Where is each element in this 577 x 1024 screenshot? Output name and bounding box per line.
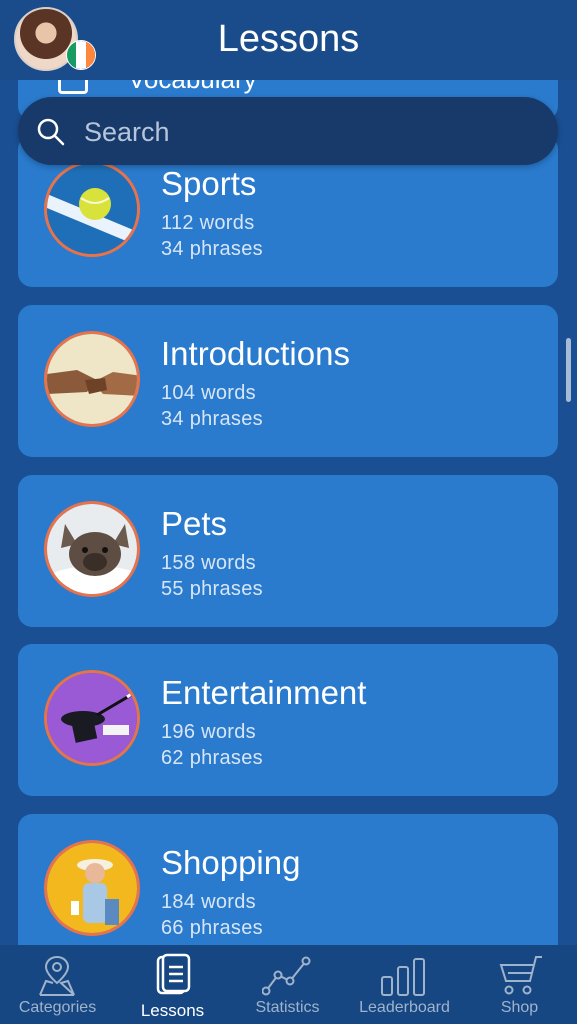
sports-image bbox=[44, 161, 140, 257]
lesson-word-count: 196 words bbox=[161, 721, 256, 743]
lesson-title: Introductions bbox=[161, 335, 350, 372]
lesson-title: Sports bbox=[161, 165, 257, 202]
shopping-image bbox=[44, 840, 140, 936]
lesson-card-entertainment[interactable]: Entertainment 196 words 62 phrases bbox=[18, 644, 558, 796]
lesson-phrase-count: 55 phrases bbox=[161, 578, 263, 600]
lesson-word-count: 184 words bbox=[161, 891, 256, 913]
book-icon bbox=[156, 953, 191, 995]
handshake-image bbox=[44, 331, 140, 427]
lesson-card-pets[interactable]: Pets 158 words 55 phrases bbox=[18, 475, 558, 627]
lesson-word-count: 158 words bbox=[161, 552, 256, 574]
scrollbar[interactable] bbox=[566, 338, 571, 402]
lesson-card-shopping[interactable]: Shopping 184 words 66 phrases bbox=[18, 814, 558, 945]
tab-statistics[interactable]: Statistics bbox=[230, 945, 345, 1024]
search-input[interactable] bbox=[82, 111, 526, 153]
tab-shop[interactable]: Shop bbox=[462, 945, 577, 1024]
lesson-card-introductions[interactable]: Introductions 104 words 34 phrases bbox=[18, 305, 558, 457]
tab-label: Shop bbox=[500, 999, 539, 1016]
tab-lessons[interactable]: Lessons bbox=[115, 945, 230, 1024]
tab-bar: Categories Lessons Statistics Leaderboar… bbox=[0, 945, 577, 1024]
lesson-title: Shopping bbox=[161, 844, 301, 881]
lesson-title: Pets bbox=[161, 505, 228, 542]
lesson-phrase-count: 34 phrases bbox=[161, 408, 263, 430]
tab-label: Statistics bbox=[255, 999, 320, 1016]
search-bar[interactable] bbox=[18, 97, 558, 165]
tab-label: Leaderboard bbox=[359, 999, 450, 1016]
lesson-phrase-count: 34 phrases bbox=[161, 238, 263, 260]
search-icon bbox=[37, 118, 65, 146]
tab-label: Lessons bbox=[140, 1001, 205, 1020]
map-icon bbox=[39, 955, 75, 996]
bars-icon bbox=[381, 958, 425, 996]
lesson-phrase-count: 62 phrases bbox=[161, 747, 263, 769]
chart-icon bbox=[262, 956, 311, 996]
lesson-word-count: 104 words bbox=[161, 382, 256, 404]
tab-categories[interactable]: Categories bbox=[0, 945, 115, 1024]
lesson-phrase-count: 66 phrases bbox=[161, 917, 263, 939]
tab-leaderboard[interactable]: Leaderboard bbox=[347, 945, 462, 1024]
lesson-word-count: 112 words bbox=[161, 212, 255, 234]
magic-hat-image bbox=[44, 670, 140, 766]
dog-image bbox=[44, 501, 140, 597]
language-flag-icon bbox=[66, 40, 96, 70]
cart-icon bbox=[499, 956, 542, 995]
lesson-title: Entertainment bbox=[161, 674, 367, 711]
tab-label: Categories bbox=[18, 999, 97, 1016]
